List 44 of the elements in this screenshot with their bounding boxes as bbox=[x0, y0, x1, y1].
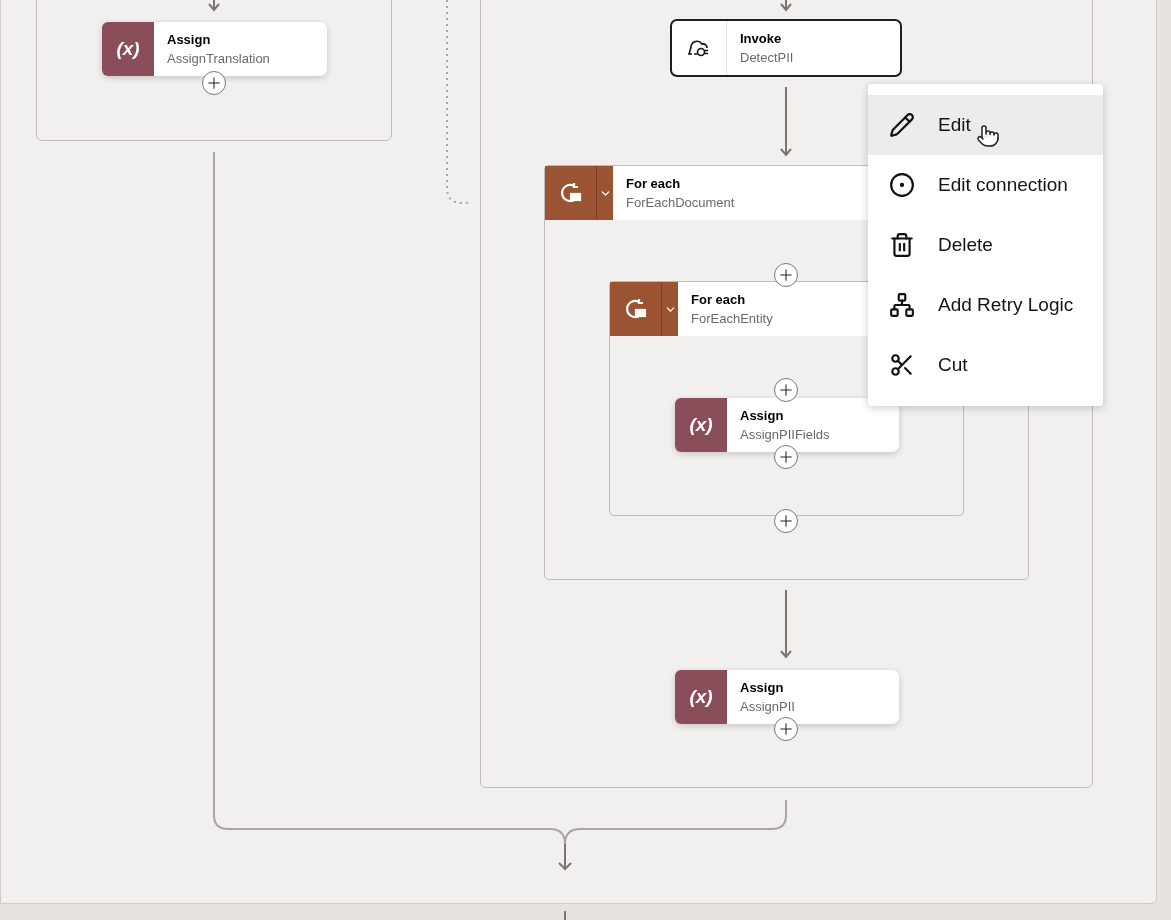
node-type-label: Assign bbox=[740, 407, 785, 425]
variable-symbol: (x) bbox=[689, 412, 713, 437]
plus-icon bbox=[205, 74, 223, 92]
node-name-label: AssignPIIFields bbox=[740, 426, 830, 444]
loop-icon bbox=[558, 182, 583, 204]
hand-cursor-icon bbox=[976, 124, 1000, 148]
trash-icon bbox=[889, 232, 915, 258]
variable-symbol: (x) bbox=[689, 684, 713, 709]
plus-icon bbox=[777, 512, 795, 530]
hierarchy-icon bbox=[889, 292, 915, 318]
expand-toggle[interactable] bbox=[596, 166, 613, 220]
variable-symbol: (x) bbox=[116, 36, 140, 61]
node-type-label: Invoke bbox=[740, 30, 783, 48]
plus-icon bbox=[777, 720, 795, 738]
pencil-icon bbox=[889, 112, 915, 138]
flow-node-card[interactable]: (x) Assign AssignTranslation bbox=[102, 22, 327, 76]
flow-node-card[interactable]: (x) Assign AssignPII bbox=[675, 670, 899, 724]
context-menu-item[interactable]: Add Retry Logic bbox=[868, 275, 1103, 335]
plus-icon bbox=[777, 448, 795, 466]
context-menu-item[interactable]: Cut bbox=[868, 335, 1103, 395]
node-name-label: ForEachEntity bbox=[691, 310, 773, 328]
flow-node-card[interactable]: Invoke DetectPII bbox=[670, 19, 902, 77]
connector-line bbox=[564, 911, 566, 920]
expand-toggle[interactable] bbox=[661, 282, 678, 336]
node-type-label: For each bbox=[691, 291, 747, 309]
connector-arrow bbox=[780, 87, 792, 155]
node-name-label: AssignPII bbox=[740, 698, 795, 716]
concentric-circles-icon bbox=[889, 172, 915, 198]
node-name-label: AssignTranslation bbox=[167, 50, 270, 68]
plus-icon bbox=[777, 381, 795, 399]
node-type-label: Assign bbox=[740, 679, 785, 697]
cloud-plug-icon bbox=[687, 38, 711, 58]
connector-arrow bbox=[780, 590, 792, 657]
plus-icon bbox=[777, 266, 795, 284]
context-menu-item[interactable]: Delete bbox=[868, 215, 1103, 275]
node-name-label: DetectPII bbox=[740, 49, 794, 67]
node-name-label: ForEachDocument bbox=[626, 194, 735, 212]
scissors-icon bbox=[889, 352, 915, 378]
node-type-label: For each bbox=[626, 175, 682, 193]
loop-icon bbox=[623, 298, 648, 320]
context-menu-item[interactable]: Edit bbox=[868, 95, 1103, 155]
context-menu-item[interactable]: Edit connection bbox=[868, 155, 1103, 215]
flow-node-card[interactable]: (x) Assign AssignPIIFields bbox=[675, 398, 899, 452]
node-type-label: Assign bbox=[167, 31, 212, 49]
